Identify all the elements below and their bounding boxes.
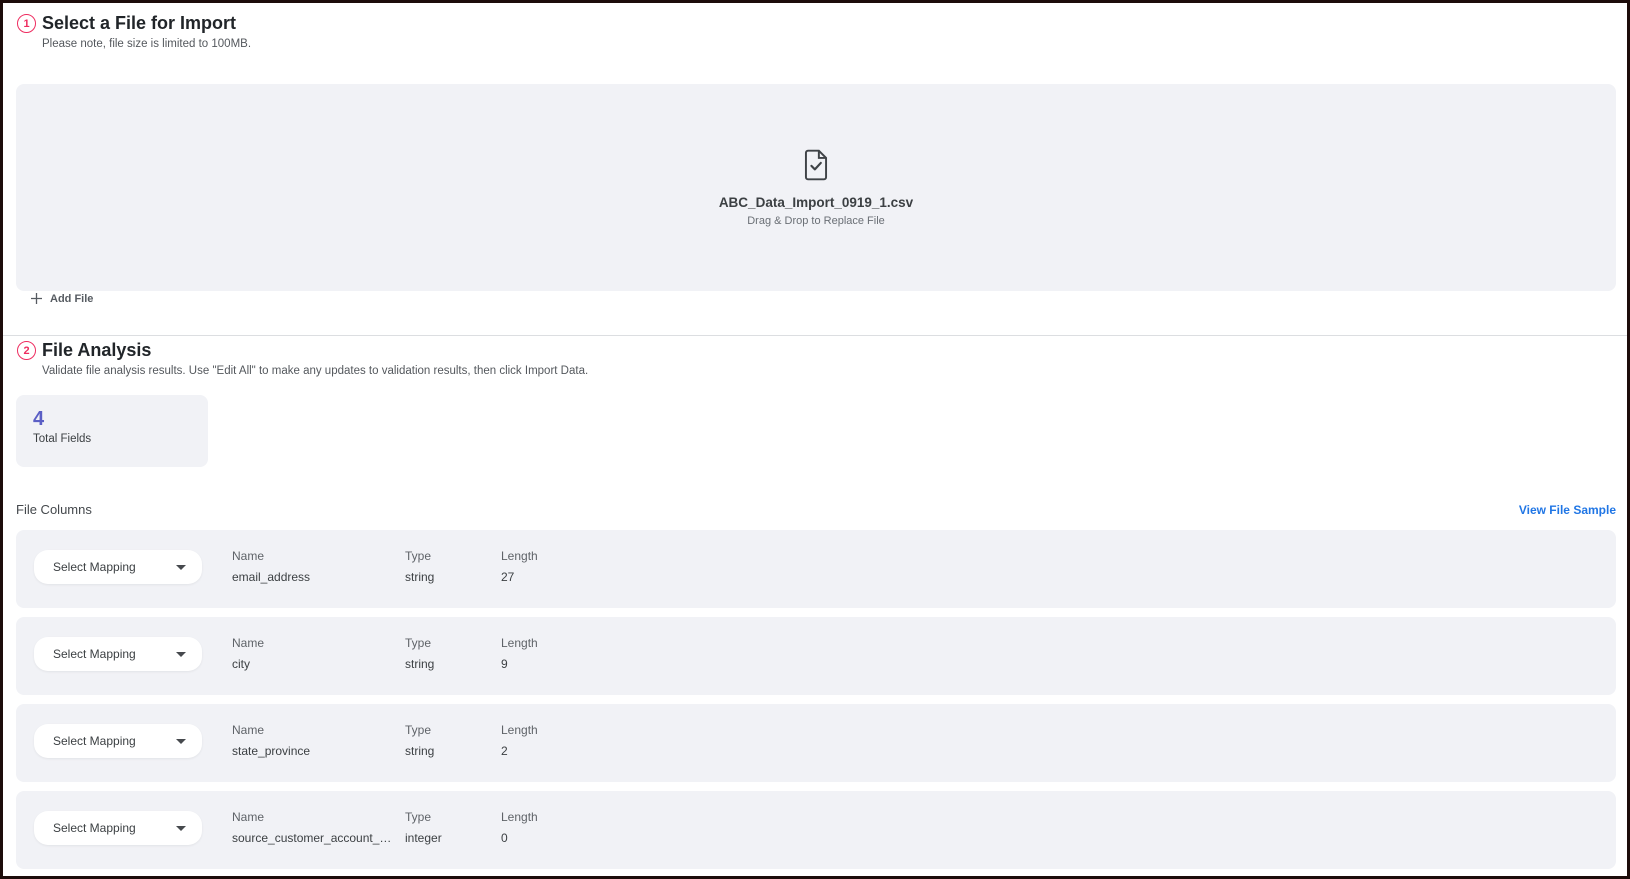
file-analysis-instructions: Validate file analysis results. Use "Edi… [42,364,588,378]
file-import-page: { "section1": { "step_number": "1", "tit… [0,0,1630,879]
column-name-value: state_province [232,744,397,759]
step-1-badge: 1 [17,14,36,33]
file-columns-list: Select Mapping Name email_address Type s… [16,530,1616,878]
file-size-note: Please note, file size is limited to 100… [42,37,251,51]
file-column-row: Select Mapping Name city Type string Len… [16,617,1616,695]
column-type-value: string [405,744,434,759]
chevron-down-icon [176,565,186,570]
file-column-row: Select Mapping Name state_province Type … [16,704,1616,782]
column-type-value: string [405,570,434,585]
select-mapping-dropdown[interactable]: Select Mapping [34,550,202,584]
uploaded-file-name: ABC_Data_Import_0919_1.csv [719,195,913,210]
select-mapping-label: Select Mapping [53,560,136,574]
select-mapping-label: Select Mapping [53,821,136,835]
document-check-icon [802,149,830,186]
file-dropzone[interactable]: ABC_Data_Import_0919_1.csv Drag & Drop t… [16,84,1616,291]
total-fields-label: Total Fields [33,433,191,445]
length-label: Length [501,810,538,825]
select-mapping-dropdown[interactable]: Select Mapping [34,724,202,758]
name-label: Name [232,549,397,564]
select-mapping-dropdown[interactable]: Select Mapping [34,637,202,671]
add-file-label: Add File [50,293,93,305]
column-type-value: string [405,657,434,672]
name-label: Name [232,810,397,825]
step-2-badge: 2 [17,341,36,360]
column-length-value: 27 [501,570,538,585]
chevron-down-icon [176,652,186,657]
file-column-row: Select Mapping Name source_customer_acco… [16,791,1616,869]
chevron-down-icon [176,826,186,831]
length-label: Length [501,723,538,738]
select-mapping-dropdown[interactable]: Select Mapping [34,811,202,845]
file-column-row: Select Mapping Name email_address Type s… [16,530,1616,608]
column-name-value: city [232,657,397,672]
file-analysis-section-header: 2 File Analysis Validate file analysis r… [17,340,588,378]
file-analysis-title: File Analysis [42,340,588,361]
select-file-section-header: 1 Select a File for Import Please note, … [17,13,251,51]
total-fields-value: 4 [33,408,191,430]
column-name-value: email_address [232,570,397,585]
column-length-value: 0 [501,831,538,846]
plus-icon [30,292,43,305]
total-fields-card: 4 Total Fields [16,395,208,467]
column-length-value: 2 [501,744,538,759]
view-file-sample-link[interactable]: View File Sample [1519,503,1616,517]
section-divider [3,335,1627,336]
type-label: Type [405,723,434,738]
length-label: Length [501,636,538,651]
column-type-value: integer [405,831,442,846]
add-file-button[interactable]: Add File [30,292,93,305]
column-name-value: source_customer_account_… [232,831,397,846]
name-label: Name [232,636,397,651]
type-label: Type [405,549,434,564]
name-label: Name [232,723,397,738]
column-length-value: 9 [501,657,538,672]
length-label: Length [501,549,538,564]
type-label: Type [405,636,434,651]
type-label: Type [405,810,442,825]
file-columns-heading: File Columns [16,502,92,517]
file-columns-bar: File Columns View File Sample [16,502,1616,517]
select-mapping-label: Select Mapping [53,734,136,748]
chevron-down-icon [176,739,186,744]
select-file-title: Select a File for Import [42,13,251,34]
drop-replace-hint: Drag & Drop to Replace File [747,215,885,227]
select-mapping-label: Select Mapping [53,647,136,661]
